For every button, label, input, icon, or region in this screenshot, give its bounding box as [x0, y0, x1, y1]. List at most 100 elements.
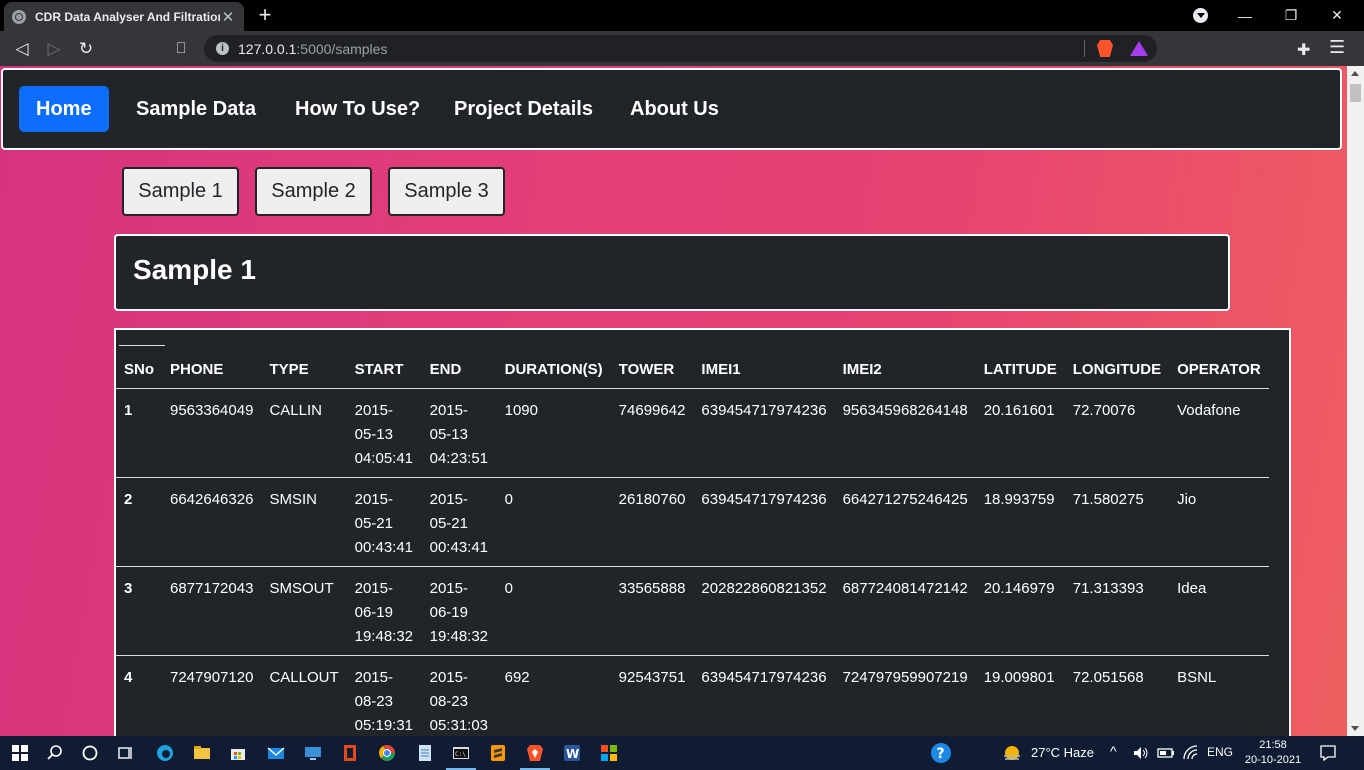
- page-scrollbar[interactable]: [1347, 66, 1364, 736]
- sample-1-button[interactable]: Sample 1: [122, 167, 239, 216]
- cell-end: 2015-08-23 05:31:03: [421, 655, 497, 736]
- cell-imei2: 687724081472142: [834, 566, 976, 656]
- notifications-icon[interactable]: [1319, 744, 1337, 762]
- omnibox-divider: [1084, 40, 1085, 57]
- nav-sample-data[interactable]: Sample Data: [136, 86, 256, 132]
- language-indicator[interactable]: ENG: [1207, 745, 1233, 759]
- cell-latitude: 19.009801: [975, 655, 1065, 736]
- weather-haze-icon: [1004, 746, 1020, 760]
- cell-type: SMSIN: [261, 477, 347, 567]
- cell-operator: Jio: [1169, 477, 1269, 567]
- cell-latitude: 18.993759: [975, 477, 1065, 567]
- app-grid-icon[interactable]: [600, 744, 618, 762]
- browser-tab[interactable]: CDR Data Analyser And Filtration ✕: [4, 2, 244, 31]
- remote-desktop-icon[interactable]: [304, 744, 322, 762]
- cell-start: 2015-05-21 00:43:41: [346, 477, 422, 567]
- cell-type: CALLOUT: [261, 655, 347, 736]
- cell-imei2: 664271275246425: [834, 477, 976, 567]
- notepad-icon[interactable]: [416, 744, 434, 762]
- nav-home[interactable]: Home: [19, 86, 109, 132]
- forward-icon[interactable]: ▷: [42, 37, 66, 61]
- brave-shields-icon[interactable]: [1097, 40, 1113, 57]
- file-explorer-icon[interactable]: [193, 744, 211, 762]
- close-window-button[interactable]: ✕: [1314, 0, 1360, 31]
- table-row: 4 7247907120 CALLOUT 2015-08-23 05:19:31…: [116, 655, 1269, 736]
- cell-tower: 26180760: [610, 477, 694, 567]
- url-host: 127.0.0.1: [238, 40, 297, 57]
- cell-type: SMSOUT: [261, 566, 347, 656]
- cell-end: 2015-06-19 19:48:32: [421, 566, 497, 656]
- scroll-down-icon[interactable]: [1351, 726, 1359, 731]
- scroll-up-icon[interactable]: [1351, 71, 1359, 76]
- page-viewport: Home Sample Data How To Use? Project Det…: [0, 66, 1347, 736]
- battery-icon[interactable]: [1157, 744, 1175, 762]
- maximize-button[interactable]: ❐: [1268, 0, 1314, 31]
- help-icon[interactable]: ?: [930, 742, 952, 764]
- table-row: 3 6877172043 SMSOUT 2015-06-19 19:48:32 …: [116, 566, 1269, 656]
- clock-date: 20-10-2021: [1244, 754, 1302, 766]
- weather-text[interactable]: 27°C Haze: [1031, 745, 1094, 760]
- sample-2-button[interactable]: Sample 2: [255, 167, 372, 216]
- bookmark-icon[interactable]: ⎕: [169, 37, 193, 61]
- url-path: :5000/samples: [296, 40, 388, 57]
- header-end: END: [421, 330, 497, 389]
- word-icon[interactable]: W: [563, 744, 581, 762]
- search-icon[interactable]: [46, 744, 64, 762]
- nav-how-to-use[interactable]: How To Use?: [295, 86, 420, 132]
- cell-duration: 692: [496, 655, 611, 736]
- header-imei1: IMEI1: [693, 330, 835, 389]
- cell-sno: 1: [116, 388, 162, 478]
- reload-icon[interactable]: ↻: [74, 37, 98, 61]
- sample-title: Sample 1: [133, 254, 256, 285]
- brave-rewards-icon[interactable]: [1130, 41, 1148, 56]
- close-tab-icon[interactable]: ✕: [220, 8, 236, 26]
- tab-search-icon[interactable]: [1193, 8, 1208, 23]
- chevron-up-icon[interactable]: ^: [1110, 743, 1117, 759]
- header-operator: OPERATOR: [1169, 330, 1269, 389]
- edge-icon[interactable]: [156, 744, 174, 762]
- cell-duration: 0: [496, 477, 611, 567]
- cell-longitude: 72.70076: [1064, 388, 1170, 478]
- task-view-icon[interactable]: [117, 744, 135, 762]
- volume-icon[interactable]: [1132, 744, 1150, 762]
- office-icon[interactable]: [341, 744, 359, 762]
- info-icon[interactable]: i: [216, 42, 229, 55]
- terminal-icon[interactable]: C:\: [452, 744, 470, 762]
- cell-type: CALLIN: [261, 388, 347, 478]
- minimize-button[interactable]: —: [1222, 0, 1268, 31]
- cell-imei2: 956345968264148: [834, 388, 976, 478]
- brave-browser-icon[interactable]: [526, 744, 544, 762]
- cdr-table-container: SNo PHONE TYPE START END DURATION(S) TOW…: [114, 328, 1291, 736]
- cell-tower: 92543751: [610, 655, 694, 736]
- header-tower: TOWER: [610, 330, 694, 389]
- windows-start-icon[interactable]: [12, 745, 28, 761]
- clock-time: 21:58: [1259, 739, 1287, 751]
- cell-end: 2015-05-13 04:23:51: [421, 388, 497, 478]
- chrome-icon[interactable]: [378, 744, 396, 762]
- extensions-icon[interactable]: ✚: [1297, 40, 1310, 60]
- store-icon[interactable]: [229, 744, 247, 762]
- cell-operator: BSNL: [1169, 655, 1269, 736]
- cell-imei1: 639454717974236: [693, 388, 835, 478]
- clock[interactable]: 21:58 20-10-2021: [1242, 738, 1304, 768]
- cortana-icon[interactable]: [81, 744, 99, 762]
- header-longitude: LONGITUDE: [1064, 330, 1170, 389]
- sublime-text-icon[interactable]: [489, 744, 507, 762]
- cell-longitude: 71.313393: [1064, 566, 1170, 656]
- back-icon[interactable]: ◁: [10, 37, 34, 61]
- menu-icon[interactable]: ☰: [1329, 37, 1345, 58]
- wifi-icon[interactable]: [1182, 744, 1200, 762]
- sample-3-button[interactable]: Sample 3: [388, 167, 505, 216]
- new-tab-button[interactable]: +: [256, 4, 274, 26]
- address-bar[interactable]: i 127.0.0.1:5000/samples: [204, 35, 1157, 62]
- cell-phone: 9563364049: [162, 388, 262, 478]
- nav-about-us[interactable]: About Us: [630, 86, 719, 132]
- cell-sno: 3: [116, 566, 162, 656]
- cell-start: 2015-05-13 04:05:41: [346, 388, 422, 478]
- scroll-thumb[interactable]: [1350, 84, 1361, 102]
- mail-icon[interactable]: [267, 744, 285, 762]
- cell-imei1: 639454717974236: [693, 655, 835, 736]
- nav-project-details[interactable]: Project Details: [454, 86, 593, 132]
- cell-longitude: 72.051568: [1064, 655, 1170, 736]
- cell-duration: 0: [496, 566, 611, 656]
